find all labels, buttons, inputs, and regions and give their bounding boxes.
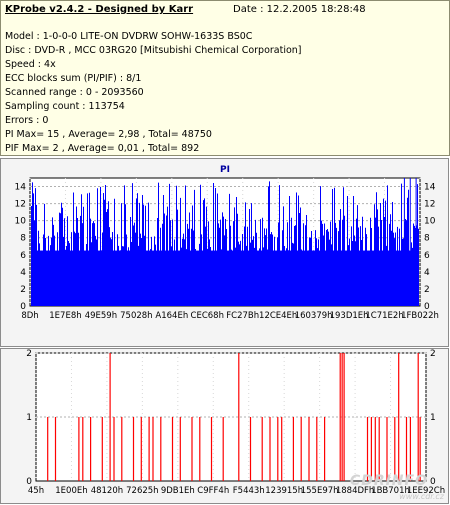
pi-ytick-left: 2: [20, 285, 26, 295]
pi-xtick-label: 49E59h: [85, 311, 117, 321]
watermark-url: www.cdr.cz: [399, 492, 444, 501]
pif-xtick-label: F5443h: [233, 486, 265, 496]
pi-xtick-label: 1E7E8h: [49, 311, 81, 321]
pif-xtick-label: 45h: [28, 486, 44, 496]
speed-line: Speed : 4x: [5, 59, 56, 70]
app-title: KProbe v2.4.2 - Designed by Karr: [5, 4, 194, 15]
pif-ytick-left: 2: [26, 349, 32, 359]
pi-xtick-label: 12CE4Eh: [259, 311, 297, 321]
pi-chart-title: PI: [220, 165, 230, 175]
pi-xtick-label: 1C71E2h: [365, 311, 403, 321]
pif-ytick-right: 1: [430, 413, 436, 423]
ecc-line: ECC blocks sum (PI/PIF) : 8/1: [5, 73, 142, 84]
info-panel: KProbe v2.4.2 - Designed by Karr Date : …: [0, 0, 450, 156]
pi-xtick-label: FC27Bh: [226, 311, 259, 321]
pif-xtick-label: 123915h: [265, 486, 303, 496]
pi-ytick-right: 8: [424, 234, 430, 244]
watermark-logo: CDRINFO: [349, 473, 428, 489]
disc-line: Disc : DVD-R , MCC 03RG20 [Mitsubishi Ch…: [5, 45, 302, 56]
pif-xtick-label: 72625h: [126, 486, 158, 496]
pif-summary-line: PIF Max= 2 , Average= 0,01 , Total= 892: [5, 143, 200, 154]
pi-ytick-right: 14: [424, 183, 436, 193]
pi-xtick-label: A164Eh: [155, 311, 188, 321]
pi-xtick-label: 75028h: [120, 311, 152, 321]
pif-xtick-label: 9DB1Eh: [161, 486, 195, 496]
pi-ytick-right: 10: [424, 217, 436, 227]
pi-xtick-label: 193D1Eh: [330, 311, 369, 321]
pi-ytick-left: 14: [15, 183, 27, 193]
pi-xtick-label: CEC68h: [191, 311, 224, 321]
pif-xtick-label: 1E00Eh: [55, 486, 87, 496]
pi-xtick-label: 160379h: [295, 311, 333, 321]
errors-line: Errors : 0: [5, 115, 49, 126]
pi-ytick-left: 6: [20, 251, 26, 261]
charts-area: PI0 02 24 46 68 810 1012 1214 148Dh 1E7E8h 49E59h 7…: [0, 158, 449, 504]
pi-xtick-label: 1FB022h: [401, 311, 439, 321]
pi-xtick-label: 8Dh: [21, 311, 38, 321]
pif-xtick-label: 48120h: [91, 486, 123, 496]
pif-xtick-label: 155E97h: [301, 486, 339, 496]
pif-ytick-left: 1: [26, 413, 32, 423]
pi-ytick-left: 8: [20, 234, 26, 244]
pi-ytick-right: 4: [424, 268, 430, 278]
pi-summary-line: PI Max= 15 , Average= 2,98 , Total= 4875…: [5, 129, 212, 140]
pi-ytick-left: 12: [15, 200, 26, 210]
sampling-line: Sampling count : 113754: [5, 101, 125, 112]
scan-date: Date : 12.2.2005 18:28:48: [233, 4, 366, 15]
pif-ytick-right: 2: [430, 349, 436, 359]
pi-ytick-left: 10: [15, 217, 27, 227]
model-line: Model : 1-0-0-0 LITE-ON DVDRW SOHW-1633S…: [5, 31, 253, 42]
pi-ytick-right: 2: [424, 285, 430, 295]
pi-ytick-right: 12: [424, 200, 435, 210]
range-line: Scanned range : 0 - 2093560: [5, 87, 144, 98]
pif-xtick-label: C9FF4h: [197, 486, 229, 496]
pi-ytick-left: 4: [20, 268, 26, 278]
pi-ytick-right: 6: [424, 251, 430, 261]
